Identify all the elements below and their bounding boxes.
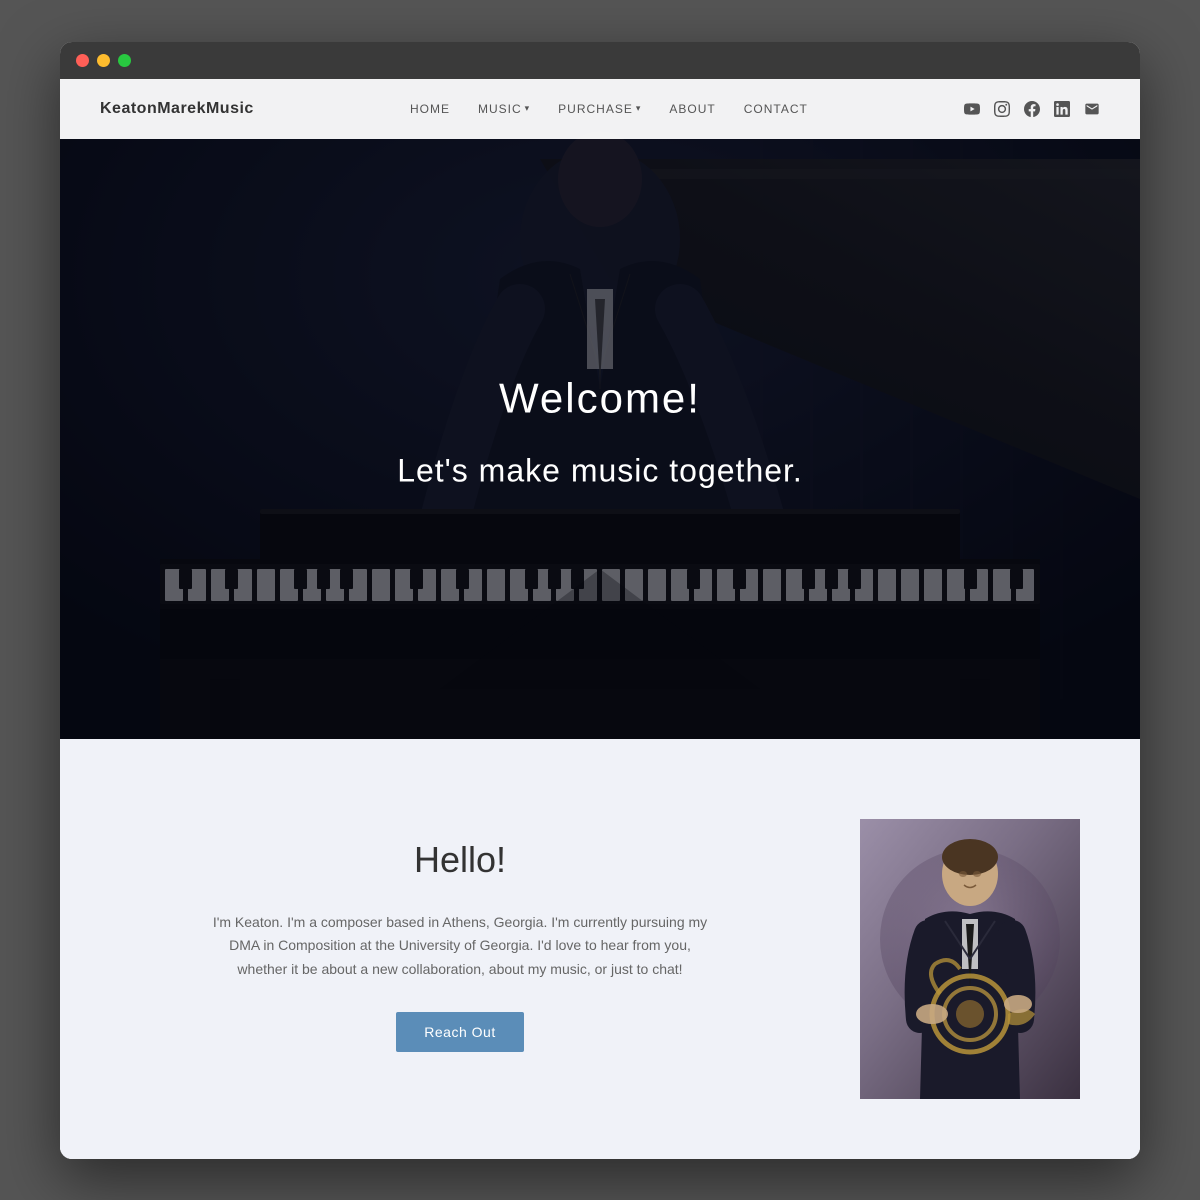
nav-item-purchase[interactable]: PURCHASE ▾ <box>558 102 641 116</box>
about-person-svg <box>860 819 1080 1099</box>
hero-text: Welcome! Let's make music together. <box>397 374 803 489</box>
email-icon[interactable] <box>1084 101 1100 117</box>
nav-link-about[interactable]: ABOUT <box>669 102 715 116</box>
about-bio: I'm Keaton. I'm a composer based in Athe… <box>210 911 710 982</box>
nav-link-music[interactable]: MUSIC ▾ <box>478 102 530 116</box>
dot-yellow[interactable] <box>97 54 110 67</box>
nav-link-contact[interactable]: CONTACT <box>744 102 808 116</box>
about-text-column: Hello! I'm Keaton. I'm a composer based … <box>120 819 800 1052</box>
nav-menu: HOME MUSIC ▾ PURCHASE ▾ ABOUT <box>410 100 808 118</box>
chevron-down-icon: ▾ <box>636 103 642 114</box>
about-photo <box>860 819 1080 1099</box>
browser-chrome <box>60 42 1140 79</box>
content-wrapper: KeatonMarekMusic HOME MUSIC ▾ PURCHASE ▾ <box>60 79 1140 1159</box>
hero-section: Welcome! Let's make music together. <box>60 79 1140 739</box>
navbar-social <box>964 101 1100 117</box>
hero-tagline: Let's make music together. <box>397 452 803 489</box>
nav-link-home[interactable]: HOME <box>410 102 450 116</box>
website: KeatonMarekMusic HOME MUSIC ▾ PURCHASE ▾ <box>60 79 1140 1159</box>
nav-item-contact[interactable]: CONTACT <box>744 100 808 118</box>
dot-green[interactable] <box>118 54 131 67</box>
chevron-down-icon: ▾ <box>525 103 531 114</box>
hero-welcome-heading: Welcome! <box>397 374 803 422</box>
linkedin-icon[interactable] <box>1054 101 1070 117</box>
browser-window: KeatonMarekMusic HOME MUSIC ▾ PURCHASE ▾ <box>60 42 1140 1159</box>
nav-link-purchase[interactable]: PURCHASE ▾ <box>558 102 641 116</box>
nav-item-music[interactable]: MUSIC ▾ <box>478 102 530 116</box>
about-photo-column <box>860 819 1080 1099</box>
reach-out-button[interactable]: Reach Out <box>396 1012 523 1052</box>
nav-item-home[interactable]: HOME <box>410 100 450 118</box>
about-heading: Hello! <box>414 839 506 881</box>
instagram-icon[interactable] <box>994 101 1010 117</box>
facebook-icon[interactable] <box>1024 101 1040 117</box>
nav-item-about[interactable]: ABOUT <box>669 100 715 118</box>
about-section: Hello! I'm Keaton. I'm a composer based … <box>60 739 1140 1159</box>
navbar: KeatonMarekMusic HOME MUSIC ▾ PURCHASE ▾ <box>60 79 1140 139</box>
youtube-icon[interactable] <box>964 101 980 117</box>
dot-red[interactable] <box>76 54 89 67</box>
site-brand[interactable]: KeatonMarekMusic <box>100 100 254 118</box>
